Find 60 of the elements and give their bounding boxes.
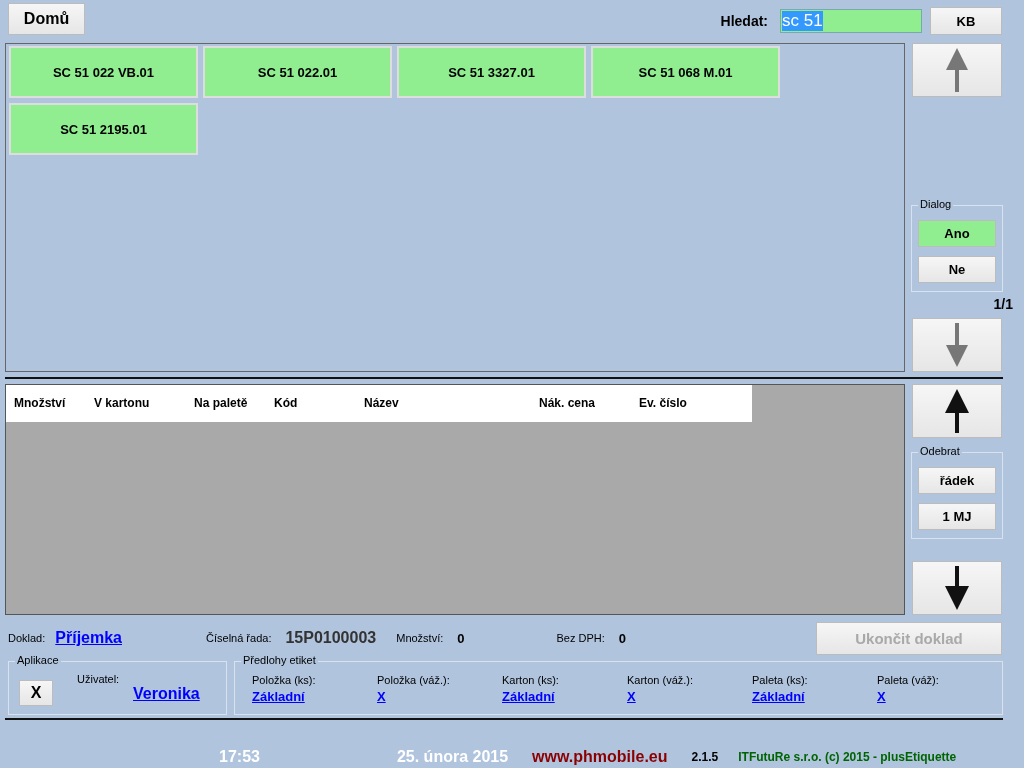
- date-text: 25. února 2015: [396, 748, 509, 766]
- template-link[interactable]: Základní: [752, 689, 877, 704]
- template-label: Karton (ks):: [502, 674, 560, 686]
- template-label: Karton (váž.):: [627, 674, 695, 686]
- result-button[interactable]: SC 51 068 M.01: [591, 46, 780, 98]
- page-indicator: 1/1: [993, 296, 1013, 312]
- series-label: Číselná řada:: [206, 632, 272, 644]
- version-text: 2.1.5: [691, 750, 719, 764]
- arrow-up-icon: [946, 48, 968, 92]
- dialog-option[interactable]: Ne: [918, 256, 996, 283]
- remove-button[interactable]: řádek: [918, 467, 996, 494]
- group-title: Odebrat: [918, 445, 962, 457]
- template-link[interactable]: Základní: [252, 689, 377, 704]
- result-button[interactable]: SC 51 022 VB.01: [9, 46, 198, 98]
- result-button[interactable]: SC 51 2195.01: [9, 103, 198, 155]
- keyboard-button[interactable]: KB: [930, 7, 1002, 35]
- close-button[interactable]: X: [19, 680, 53, 706]
- template-link[interactable]: X: [877, 689, 1002, 704]
- quantity-label: Množství:: [396, 632, 444, 644]
- column-header: Kód: [273, 397, 299, 410]
- row-down-button[interactable]: [912, 561, 1002, 615]
- template-link[interactable]: X: [627, 689, 752, 704]
- arrow-up-icon: [945, 389, 969, 433]
- website-text: www.phmobile.eu: [532, 748, 668, 766]
- template-link[interactable]: X: [377, 689, 502, 704]
- document-type-link[interactable]: Příjemka: [55, 629, 122, 647]
- dialog-option[interactable]: Ano: [918, 220, 996, 247]
- group-title: Dialog: [918, 198, 954, 210]
- document-label: Doklad:: [8, 632, 46, 644]
- net-value: 0: [618, 630, 627, 646]
- user-link[interactable]: Veronika: [133, 685, 200, 703]
- user-label: Uživatel:: [77, 673, 121, 685]
- template-label: Paleta (váž):: [877, 674, 940, 686]
- home-button[interactable]: Domů: [8, 3, 85, 35]
- arrow-down-icon: [946, 323, 968, 367]
- quantity-value: 0: [457, 630, 465, 646]
- result-button[interactable]: SC 51 022.01: [203, 46, 392, 98]
- row-up-button[interactable]: [912, 384, 1002, 438]
- series-value: 15P0100003: [285, 629, 377, 647]
- result-button[interactable]: SC 51 3327.01: [397, 46, 586, 98]
- column-header: Ev. číslo: [638, 397, 688, 410]
- scroll-down-button[interactable]: [912, 318, 1002, 372]
- search-label: Hledat:: [720, 13, 768, 29]
- copyright-text: ITFutuRe s.r.o. (c) 2015 - plusEtiquette: [738, 750, 957, 764]
- clock-time: 17:53: [219, 748, 260, 766]
- template-label: Paleta (ks):: [752, 674, 809, 686]
- net-label: Bez DPH:: [556, 632, 605, 644]
- template-label: Položka (ks):: [252, 674, 317, 686]
- column-header: Nák. cena: [538, 397, 597, 410]
- group-title: Předlohy etiket: [241, 654, 318, 666]
- arrow-down-icon: [945, 566, 969, 610]
- template-label: Položka (váž.):: [377, 674, 451, 686]
- remove-button[interactable]: 1 MJ: [918, 503, 996, 530]
- column-header: Název: [363, 397, 400, 410]
- column-header: Na paletě: [193, 397, 249, 410]
- group-title: Aplikace: [15, 654, 61, 666]
- column-header: V kartonu: [93, 397, 151, 410]
- template-link[interactable]: Základní: [502, 689, 627, 704]
- scroll-up-button[interactable]: [912, 43, 1002, 97]
- column-header: Množství: [13, 397, 67, 410]
